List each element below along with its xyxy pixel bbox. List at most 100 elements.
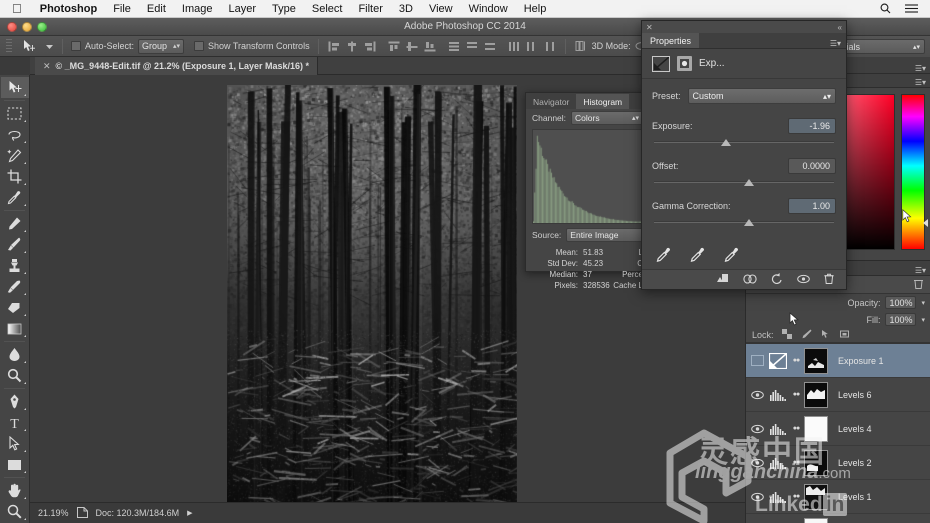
menu-item-layer[interactable]: Layer: [220, 3, 264, 15]
gamma-slider[interactable]: [654, 217, 834, 229]
3d-axis-icon[interactable]: [574, 39, 588, 53]
preset-dropdown[interactable]: Custom ▴▾: [687, 88, 836, 104]
panel-menu-icon[interactable]: ☰▾: [915, 64, 926, 73]
menu-item-select[interactable]: Select: [304, 3, 351, 15]
layer-mask-thumbnail[interactable]: [804, 415, 828, 442]
offset-slider-knob[interactable]: [744, 179, 754, 186]
layer-visibility-toggle[interactable]: [750, 458, 764, 468]
tool-type[interactable]: T: [1, 412, 29, 433]
menu-item-photoshop[interactable]: Photoshop: [32, 3, 105, 15]
status-expand-arrow[interactable]: ▶: [187, 509, 192, 517]
panel-options-icon[interactable]: ☰▾: [915, 78, 926, 87]
link-mask-icon[interactable]: ●●: [792, 493, 800, 500]
menu-list-icon[interactable]: [905, 3, 918, 14]
properties-panel-titlebar[interactable]: ✕ «: [642, 21, 846, 33]
toggle-visibility-icon[interactable]: [797, 271, 810, 289]
move-tool-icon[interactable]: [18, 38, 40, 54]
link-mask-icon[interactable]: ●●: [792, 459, 800, 466]
tab-properties[interactable]: Properties: [642, 33, 700, 48]
tool-preset-caret[interactable]: [44, 38, 54, 54]
layer-row-exposure-1[interactable]: ●● Exposure 1: [746, 344, 930, 378]
opacity-value[interactable]: 100%: [885, 296, 917, 309]
set-white-point-eyedropper-icon[interactable]: [724, 247, 740, 268]
link-mask-icon[interactable]: ●●: [792, 391, 800, 398]
menu-item-edit[interactable]: Edit: [139, 3, 174, 15]
levels-adjustment-icon[interactable]: [768, 487, 788, 507]
layer-mask-thumbnail[interactable]: [804, 483, 828, 510]
align-bottom-edges-icon[interactable]: [423, 39, 437, 53]
options-bar-grip[interactable]: [6, 39, 12, 53]
offset-value[interactable]: 0.0000: [788, 158, 836, 174]
menu-item-3d[interactable]: 3D: [391, 3, 421, 15]
levels-adjustment-icon[interactable]: [768, 453, 788, 473]
distribute-vertical-centers-icon[interactable]: [465, 39, 479, 53]
menu-item-window[interactable]: Window: [461, 3, 516, 15]
menu-item-help[interactable]: Help: [516, 3, 555, 15]
distribute-right-edges-icon[interactable]: [543, 39, 557, 53]
layer-name[interactable]: Levels 1: [838, 492, 872, 502]
set-black-point-eyedropper-icon[interactable]: [656, 247, 672, 268]
reset-icon[interactable]: [771, 271, 783, 289]
layer-row-levels-4[interactable]: ●● Levels 4: [746, 412, 930, 446]
tool-rectangle[interactable]: [1, 454, 29, 475]
tool-zoom[interactable]: [1, 501, 29, 522]
align-vertical-centers-icon[interactable]: [405, 39, 419, 53]
layer-row-levels-1[interactable]: ●● Levels 1: [746, 480, 930, 514]
auto-select-dropdown[interactable]: Group ▴▾: [138, 38, 185, 54]
auto-select-checkbox[interactable]: [71, 41, 81, 51]
panel-menu-icon[interactable]: ☰▾: [830, 39, 841, 48]
delete-icon[interactable]: [824, 271, 834, 289]
layer-name[interactable]: Levels 2: [838, 458, 872, 468]
align-left-edges-icon[interactable]: [327, 39, 341, 53]
menu-item-file[interactable]: File: [105, 3, 139, 15]
layer-name[interactable]: Levels 4: [838, 424, 872, 434]
channel-dropdown[interactable]: Colors ▴▾: [571, 111, 643, 125]
hue-marker[interactable]: [923, 219, 928, 227]
tool-history-brush[interactable]: [1, 276, 29, 297]
exposure-slider-knob[interactable]: [720, 139, 731, 146]
tool-blur[interactable]: [1, 344, 29, 365]
layer-visibility-toggle[interactable]: [750, 424, 764, 434]
lock-all-icon-2[interactable]: [839, 329, 850, 341]
layer-row-levels-2[interactable]: ●● Levels 2: [746, 446, 930, 480]
panel-menu-icon[interactable]: ☰▾: [915, 266, 926, 275]
exposure-slider[interactable]: [654, 137, 834, 149]
link-mask-icon[interactable]: ●●: [792, 357, 800, 364]
collapse-icon[interactable]: «: [838, 23, 842, 32]
clip-to-layer-icon[interactable]: [677, 56, 692, 71]
layer-mask-thumbnail[interactable]: [804, 449, 828, 476]
distribute-horizontal-centers-icon[interactable]: [525, 39, 539, 53]
tool-marquee[interactable]: [1, 103, 29, 124]
tool-dodge[interactable]: [1, 365, 29, 386]
search-icon[interactable]: [880, 3, 891, 14]
show-transform-checkbox[interactable]: [194, 41, 205, 51]
close-icon[interactable]: ✕: [43, 61, 51, 72]
source-dropdown[interactable]: Entire Image: [566, 228, 643, 242]
layer-visibility-toggle[interactable]: [750, 355, 764, 366]
levels-adjustment-icon[interactable]: [768, 419, 788, 439]
tool-eraser[interactable]: [1, 297, 29, 318]
tool-lasso[interactable]: [1, 124, 29, 145]
fill-value[interactable]: 100%: [885, 313, 917, 326]
distribute-left-edges-icon[interactable]: [507, 39, 521, 53]
menu-item-type[interactable]: Type: [264, 3, 304, 15]
document-tab[interactable]: ✕ © _MG_9448-Edit.tif @ 21.2% (Exposure …: [35, 57, 319, 75]
gamma-value[interactable]: 1.00: [788, 198, 836, 214]
tool-brush[interactable]: [1, 234, 29, 255]
clip-to-layer-icon[interactable]: [716, 271, 729, 289]
link-mask-icon[interactable]: ●●: [792, 425, 800, 432]
layer-name[interactable]: Exposure 1: [838, 356, 884, 366]
fill-stepper-icon[interactable]: ▾: [921, 316, 925, 324]
tab-navigator[interactable]: Navigator: [526, 94, 576, 109]
exposure-value[interactable]: -1.96: [788, 118, 836, 134]
align-top-edges-icon[interactable]: [387, 39, 401, 53]
layer-mask-thumbnail[interactable]: [804, 517, 828, 523]
tool-eyedropper[interactable]: [1, 187, 29, 208]
tool-pen[interactable]: [1, 391, 29, 412]
tool-move[interactable]: [0, 77, 29, 98]
tab-histogram[interactable]: Histogram: [576, 94, 630, 109]
layer-visibility-toggle[interactable]: [750, 390, 764, 400]
layer-name[interactable]: Levels 6: [838, 390, 872, 400]
levels-adjustment-icon[interactable]: [768, 385, 788, 405]
tool-healing-brush[interactable]: [1, 213, 29, 234]
